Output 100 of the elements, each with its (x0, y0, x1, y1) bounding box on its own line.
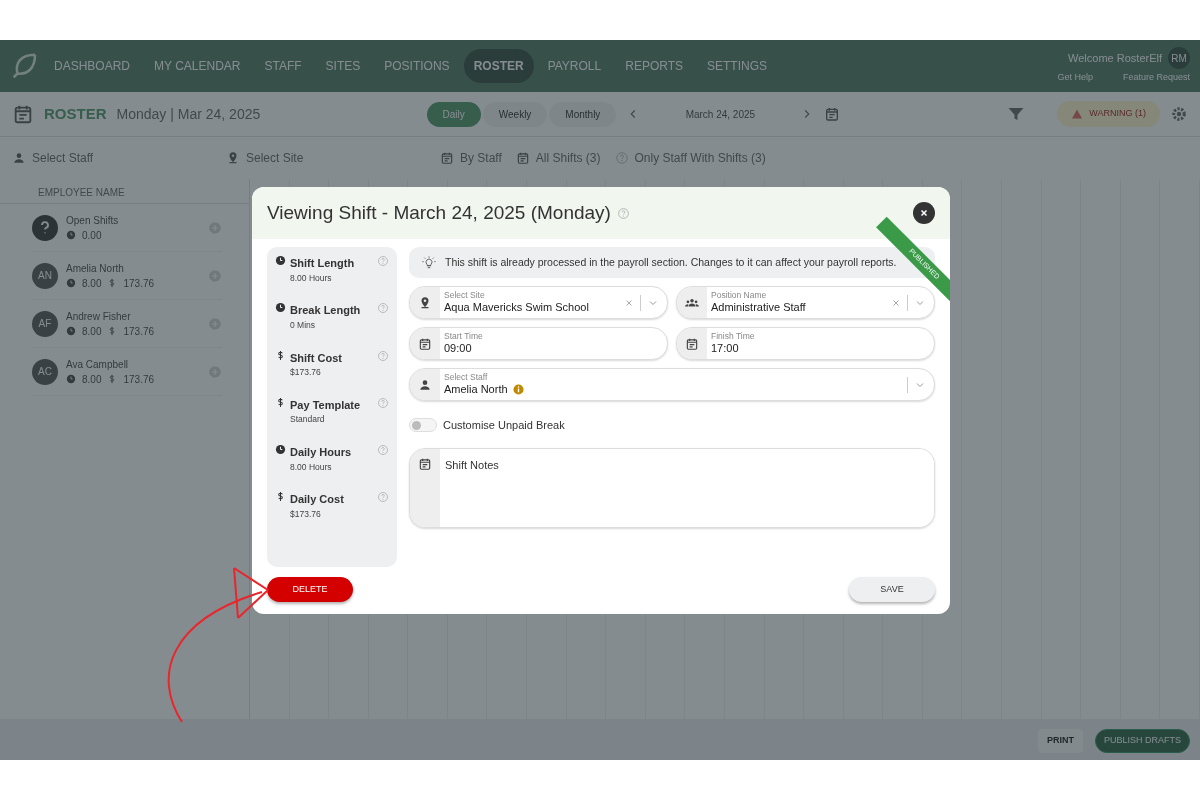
nav-tab[interactable]: PAYROLL (537, 49, 612, 83)
cost-text: 173.76 (123, 372, 155, 387)
staff-filter[interactable]: Select Staff (12, 149, 212, 167)
print-button[interactable]: PRINT (1038, 729, 1083, 753)
stat-label: Daily Hours (290, 445, 353, 460)
stat-label: Shift Cost (290, 350, 343, 366)
modal-title: Viewing Shift - March 24, 2025 (Monday) (267, 201, 611, 225)
calendar-icon (685, 336, 699, 351)
cost-text: 173.76 (123, 276, 155, 291)
calendar-icon (12, 103, 34, 125)
nav-tab[interactable]: MY CALENDAR (144, 49, 251, 83)
help-icon[interactable] (377, 302, 389, 315)
employee-name: Andrew Fisher (66, 309, 132, 324)
staff-select[interactable]: Select Staff Amelia North (409, 368, 935, 401)
field-value: Aqua Mavericks Swim School (444, 300, 589, 314)
welcome-text: Welcome RosterElf (1068, 51, 1162, 66)
help-icon[interactable] (377, 444, 389, 456)
nav-tab[interactable]: ROSTER (463, 49, 534, 83)
person-icon (12, 151, 26, 165)
feature-link[interactable]: Feature Request (1122, 71, 1190, 85)
toggle-label: Customise Unpaid Break (443, 418, 565, 433)
nav-tab[interactable]: DASHBOARD (44, 49, 140, 83)
lightbulb-icon (421, 254, 437, 271)
help-icon[interactable] (616, 206, 630, 220)
help-icon[interactable] (377, 349, 389, 362)
field-label: Select Staff (444, 373, 489, 383)
stat-label: Pay Template (290, 397, 362, 413)
clock-icon (275, 444, 286, 455)
nav-tab[interactable]: SETTINGS (697, 49, 778, 83)
field-label: Position Name (711, 291, 768, 301)
position-select[interactable]: Position Name Administrative Staff (676, 286, 935, 319)
warning-button[interactable]: WARNING (1) (1057, 101, 1160, 127)
group-dropdown[interactable]: By Staff (440, 149, 502, 167)
view-tab[interactable]: Daily (426, 101, 481, 127)
delete-button[interactable]: DELETE (267, 577, 353, 602)
column-header: EMPLOYEE NAME (0, 179, 249, 204)
employee-name: Open Shifts (66, 213, 120, 228)
view-tab[interactable]: Weekly (482, 101, 548, 127)
clock-icon (66, 230, 76, 240)
notes-field[interactable]: Shift Notes (409, 447, 935, 528)
page-title: ROSTER (44, 103, 107, 124)
view-tab[interactable]: Monthly (549, 101, 617, 127)
hours-text: 8.00 (82, 276, 102, 291)
nav-tab[interactable]: REPORTS (615, 49, 693, 83)
site-select[interactable]: Select Site Aqua Mavericks Swim School (409, 286, 668, 319)
nav-tab[interactable]: STAFF (254, 49, 312, 83)
help-link[interactable]: Get Help (1057, 71, 1093, 85)
initials-avatar: AC (32, 358, 58, 385)
toggle-switch[interactable] (409, 418, 437, 433)
dollar-icon (275, 349, 286, 361)
finish-time-field[interactable]: Finish Time 17:00 (676, 327, 935, 360)
help-icon[interactable] (377, 396, 389, 409)
field-value: Administrative Staff (711, 300, 806, 314)
user-avatar[interactable]: RM (1168, 47, 1190, 70)
stat-label: Shift Length (290, 256, 356, 271)
publish-button[interactable]: PUBLISH DRAFTS (1095, 729, 1190, 753)
calendar-icon (515, 151, 530, 165)
calendar-icon[interactable] (824, 106, 841, 122)
stat-value: Standard (290, 413, 326, 426)
help-icon[interactable] (377, 255, 389, 267)
field-value: 09:00 (444, 341, 472, 355)
save-button[interactable]: SAVE (849, 577, 935, 602)
site-filter[interactable]: Select Site (226, 149, 426, 167)
clear-icon[interactable] (891, 297, 901, 308)
field-label: Start Time (444, 332, 484, 342)
person-icon (418, 377, 432, 392)
field-value: 17:00 (711, 341, 739, 355)
stat-label: Daily Cost (290, 492, 345, 508)
clock-icon (66, 278, 76, 288)
nav-tab[interactable]: SITES (315, 49, 371, 83)
field-label: Finish Time (711, 332, 756, 342)
dollar-icon (275, 396, 286, 408)
shifts-dropdown[interactable]: All Shifts (3) (515, 149, 601, 167)
stat-value: $173.76 (290, 366, 322, 379)
employee-name: Amelia North (66, 261, 125, 276)
clock-icon (66, 374, 76, 384)
help-icon[interactable] (377, 491, 389, 504)
visibility-dropdown[interactable]: Only Staff With Shifts (3) (614, 149, 766, 167)
field-value: Amelia North (444, 382, 508, 396)
field-label: Select Site (444, 291, 486, 301)
dollar-icon (275, 491, 286, 503)
initials-avatar: AN (32, 262, 58, 289)
close-icon (918, 207, 930, 219)
hours-text: 8.00 (82, 324, 102, 339)
stat-value: 0 Mins (290, 318, 317, 332)
current-date: March 24, 2025 (684, 107, 757, 122)
clock-icon (275, 255, 286, 266)
initials-avatar: AF (32, 310, 58, 337)
stat-value: 8.00 Hours (290, 271, 333, 285)
hours-text: 8.00 (82, 372, 102, 387)
stat-label: Break Length (290, 303, 362, 319)
clock-icon (275, 302, 286, 314)
hours-text: 0.00 (82, 228, 102, 243)
close-button[interactable] (913, 202, 935, 224)
settings-icon[interactable] (1170, 105, 1188, 123)
nav-tab[interactable]: POSITIONS (374, 49, 460, 83)
clock-icon (66, 326, 76, 336)
clear-icon[interactable] (624, 297, 634, 308)
warning-icon (1071, 108, 1084, 120)
start-time-field[interactable]: Start Time 09:00 (409, 327, 668, 360)
